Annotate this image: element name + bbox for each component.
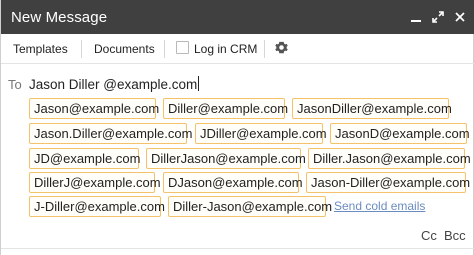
email-suggestion-chip[interactable]: Diller-Jason@example.com [168,196,332,217]
compose-window: New Message Templates Documents Log in C… [0,0,474,255]
email-suggestion-chip[interactable]: JD@example.com [29,148,140,169]
title-bar: New Message [1,0,474,34]
toolbar-divider [164,40,165,58]
window-title: New Message [11,9,108,26]
email-suggestion-chip[interactable]: J-Diller@example.com [29,196,165,217]
email-suggestion-chip[interactable]: JasonDiller@example.com [292,98,452,119]
email-suggestion-chip[interactable]: Jason@example.com [29,98,159,119]
templates-button[interactable]: Templates [13,42,68,56]
email-suggestion-chip[interactable]: JDiller@example.com [195,123,327,144]
toolbar: Templates Documents Log in CRM [1,34,474,64]
email-suggestion-chip[interactable]: Jason.Diller@example.com [29,123,192,144]
expand-icon[interactable] [429,8,447,26]
email-suggestion-chip[interactable]: DillerJason@example.com [146,148,306,169]
to-input-value: Jason Diller @example.com [29,77,198,92]
divider [1,248,474,249]
bcc-button[interactable]: Bcc [444,228,466,243]
toolbar-divider [264,40,265,58]
to-input[interactable]: Jason Diller @example.com [29,76,200,92]
to-label: To [8,77,22,92]
cc-button[interactable]: Cc [421,228,437,243]
email-suggestion-chip[interactable]: Diller.Jason@example.com [308,148,471,169]
log-in-crm-label[interactable]: Log in CRM [194,42,257,56]
close-icon[interactable] [451,8,469,26]
documents-button[interactable]: Documents [94,42,155,56]
minimize-icon[interactable] [407,8,425,26]
send-cold-emails-link[interactable]: Send cold emails [334,199,425,213]
log-in-crm-checkbox[interactable] [176,41,189,54]
text-caret [198,76,200,91]
gear-icon[interactable] [275,41,288,55]
email-suggestion-chip[interactable]: JasonD@example.com [330,123,470,144]
email-suggestion-chip[interactable]: DillerJ@example.com [29,172,161,193]
email-suggestion-chip[interactable]: DJason@example.com [163,172,303,193]
email-suggestion-chip[interactable]: Jason-Diller@example.com [306,172,470,193]
email-suggestion-chip[interactable]: Diller@example.com [163,98,288,119]
toolbar-divider [81,40,82,58]
